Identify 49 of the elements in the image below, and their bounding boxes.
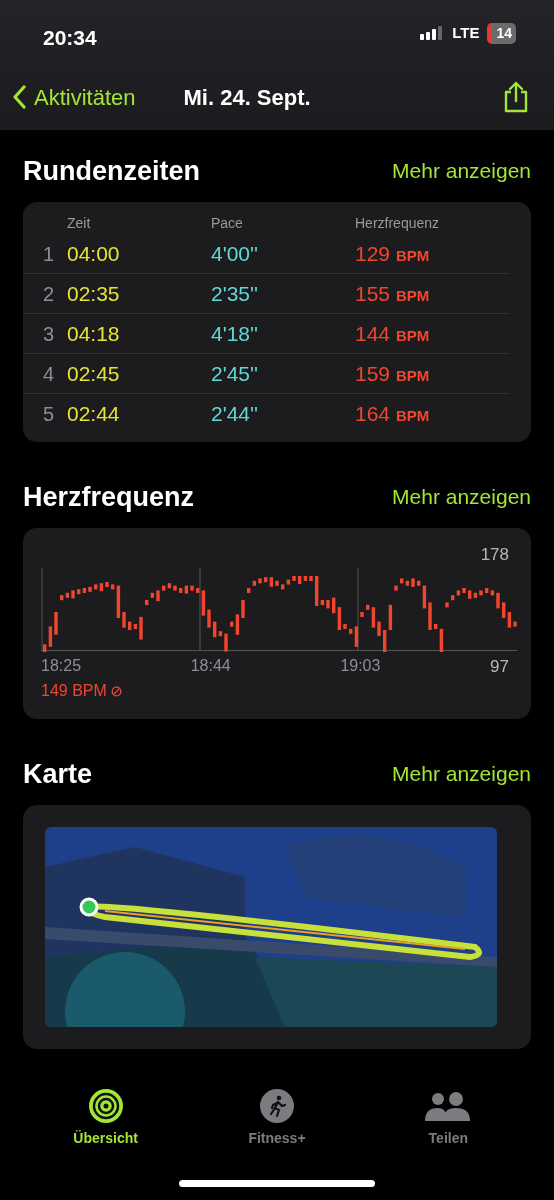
section-title: Karte — [23, 757, 93, 791]
lap-time: 02:35 — [67, 280, 121, 307]
tab-button[interactable]: Teilen — [378, 1087, 519, 1150]
lap-time: 02:44 — [67, 401, 121, 428]
signal-icon — [420, 26, 445, 41]
clock: 20:34 — [43, 25, 97, 51]
min-value: 97 — [490, 655, 509, 678]
more-link[interactable]: Mehr anzeigen — [392, 758, 531, 790]
section-title: Herzfrequenz — [23, 480, 195, 514]
tab-button[interactable]: Fitness+ — [207, 1087, 347, 1150]
lap-heart-rate: 155 BPM — [355, 280, 431, 307]
column-header: Herzfrequenz — [355, 213, 441, 233]
more-link[interactable]: Mehr anzeigen — [392, 155, 531, 187]
activity-rings-icon — [87, 1088, 124, 1124]
lap-time: 04:00 — [67, 240, 121, 267]
section-title: Rundenzeiten — [23, 154, 200, 188]
lap-number: 2 — [42, 281, 56, 307]
lap-time: 02:45 — [67, 360, 121, 387]
lap-pace: 4'18'' — [211, 320, 260, 347]
tab-button[interactable]: Übersicht — [35, 1087, 176, 1150]
lap-pace: 2'44'' — [211, 401, 260, 428]
lap-heart-rate: 159 BPM — [355, 360, 431, 387]
no-entry-icon — [110, 685, 122, 697]
more-link[interactable]: Mehr anzeigen — [392, 481, 531, 513]
chevron-left-icon — [12, 85, 26, 109]
share-icon[interactable] — [502, 81, 530, 113]
lap-time: 04:18 — [67, 320, 121, 347]
back-button[interactable]: Aktivitäten — [12, 80, 136, 114]
lap-heart-rate: 164 BPM — [355, 401, 431, 428]
lap-number: 5 — [42, 402, 56, 427]
lap-number: 3 — [42, 321, 56, 347]
lap-pace: 2'45'' — [211, 360, 260, 387]
column-header: Zeit — [67, 213, 92, 233]
lap-heart-rate: 129 BPM — [355, 240, 431, 267]
time-label: 18:25 — [41, 656, 83, 677]
network-label: LTE — [452, 23, 480, 43]
lap-number: 4 — [42, 361, 56, 387]
lap-number: 1 — [42, 241, 56, 267]
max-value: 178 — [480, 544, 509, 566]
lap-heart-rate: 144 BPM — [355, 320, 431, 347]
column-header: Pace — [211, 213, 244, 233]
lap-pace: 4'00'' — [211, 240, 260, 267]
page-title: Mi. 24. Sept. — [183, 83, 311, 112]
time-label: 18:44 — [190, 656, 232, 677]
time-label: 19:03 — [340, 656, 382, 677]
average-heart-rate: 149 BPM — [41, 681, 107, 701]
lap-pace: 2'35'' — [211, 280, 260, 307]
battery-level: 14 — [487, 22, 516, 44]
runner-icon — [260, 1088, 294, 1124]
